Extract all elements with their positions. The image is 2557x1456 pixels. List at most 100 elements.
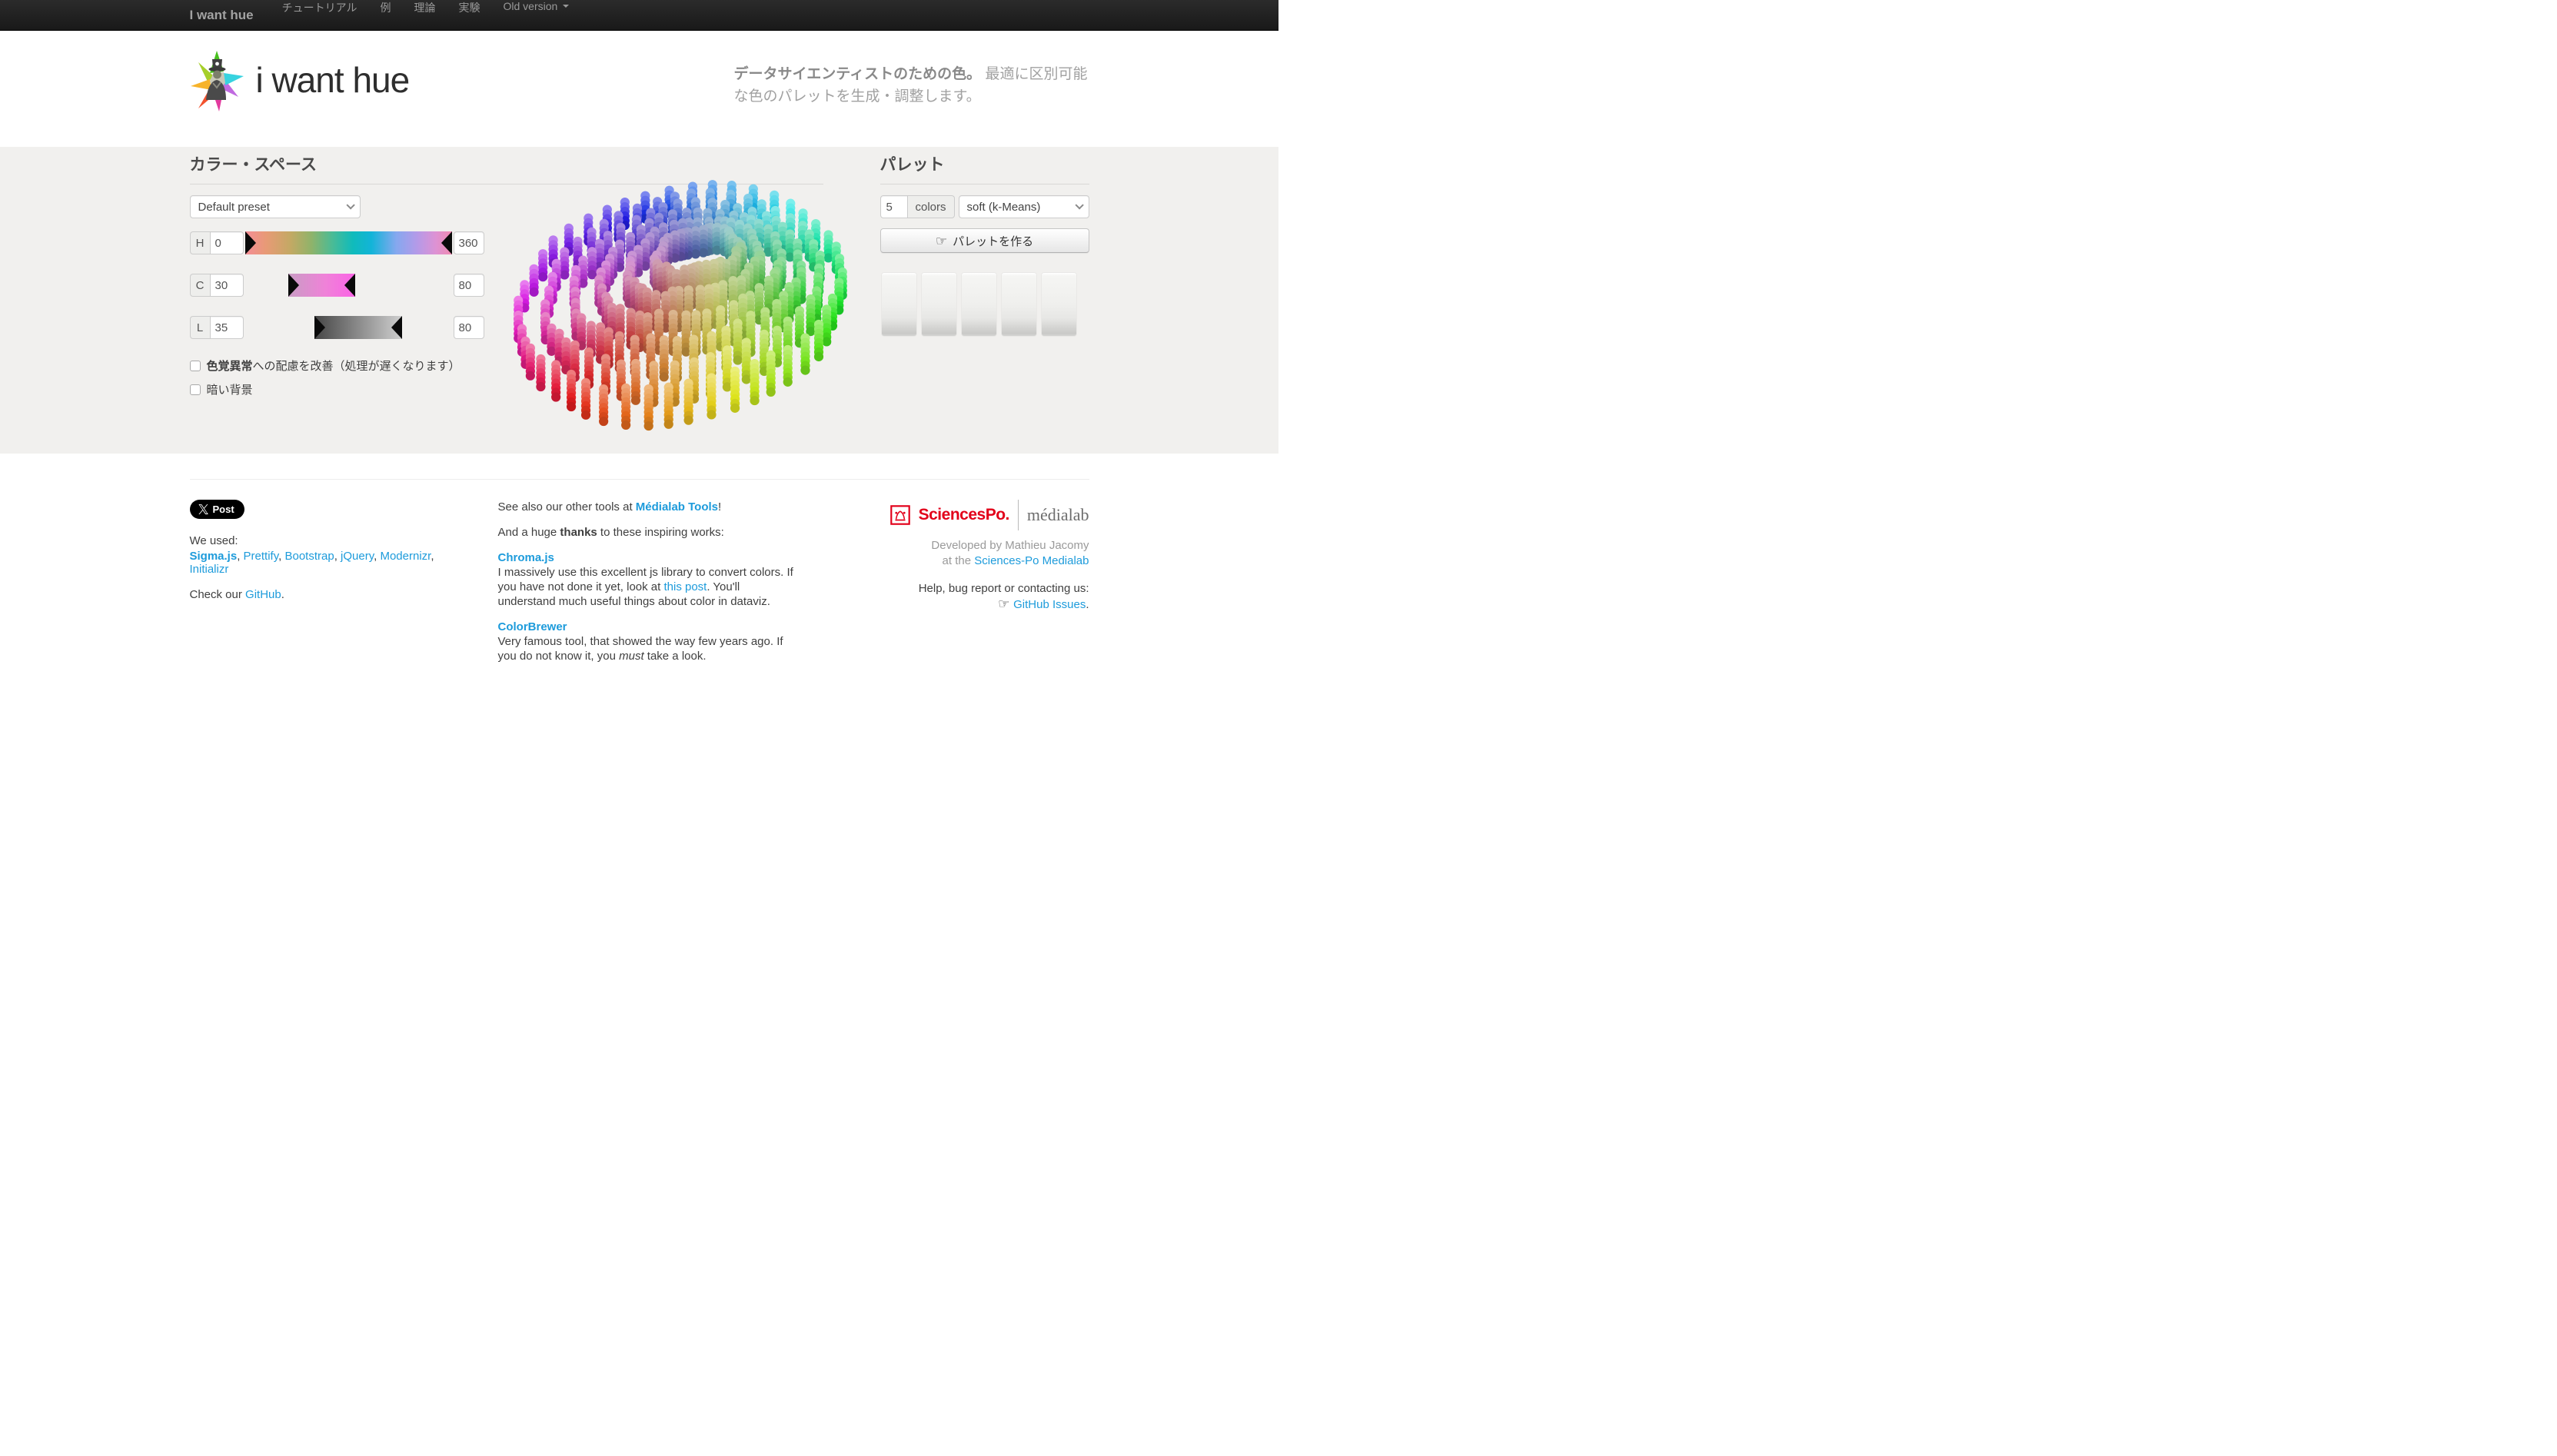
footer-right: SciencesPo. médialab Developed by Mathie… bbox=[851, 500, 1089, 674]
period: . bbox=[1086, 598, 1089, 611]
brand-row: i want hue bbox=[190, 48, 410, 112]
hand-pointer-icon: ☞ bbox=[998, 597, 1013, 611]
period: . bbox=[281, 588, 284, 601]
chromajs-description: I massively use this excellent js librar… bbox=[498, 565, 794, 609]
page-title: i want hue bbox=[256, 48, 410, 112]
palette-swatch[interactable] bbox=[1042, 273, 1076, 336]
colorspace-heading: カラー・スペース bbox=[190, 154, 823, 177]
rainbow-star-logo bbox=[190, 48, 245, 112]
link-prettify[interactable]: Prettify bbox=[244, 550, 279, 563]
method-select[interactable]: soft (k-Means) bbox=[959, 195, 1089, 218]
see-also-line: See also our other tools at Médialab Too… bbox=[498, 500, 794, 514]
text: take a look. bbox=[644, 650, 707, 663]
colorblind-checkbox[interactable] bbox=[190, 361, 201, 371]
navbar-brand[interactable]: I want hue bbox=[190, 0, 271, 30]
palette-controls: colors soft (k-Means) bbox=[880, 195, 1089, 218]
footer-middle: See also our other tools at Médialab Too… bbox=[498, 500, 794, 674]
link-chromajs[interactable]: Chroma.js bbox=[498, 550, 554, 565]
text: at the bbox=[943, 554, 975, 567]
palette-swatch[interactable] bbox=[922, 273, 956, 336]
colorspace-canvas[interactable] bbox=[484, 180, 868, 434]
make-palette-button[interactable]: ☞ パレットを作る bbox=[880, 228, 1089, 253]
thanks-suffix: to these inspiring works: bbox=[597, 526, 724, 539]
link-sigmajs[interactable]: Sigma.js bbox=[190, 550, 238, 563]
hue-slider-track[interactable] bbox=[245, 231, 452, 255]
nav-item-theory[interactable]: 理論 bbox=[403, 0, 447, 15]
palette-panel: パレット colors soft (k-Means) ☞ パレットを作る bbox=[880, 154, 1089, 405]
at-medialab-line: at the Sciences-Po Medialab bbox=[851, 553, 1089, 569]
link-initializr[interactable]: Initializr bbox=[190, 563, 229, 576]
sciencespo-crest-icon bbox=[890, 505, 910, 525]
hue-handle-max[interactable] bbox=[441, 231, 452, 254]
link-github-issues[interactable]: GitHub Issues bbox=[1013, 598, 1086, 611]
footer-left: Post We used: Sigma.js, Prettify, Bootst… bbox=[190, 500, 455, 674]
lightness-handle-max[interactable] bbox=[391, 316, 402, 339]
medialab-wordmark: médialab bbox=[1027, 505, 1089, 525]
thanks-line: And a huge thanks to these inspiring wor… bbox=[498, 525, 794, 540]
dark-background-checkbox[interactable] bbox=[190, 384, 201, 395]
chroma-handle-max[interactable] bbox=[344, 274, 355, 297]
link-bootstrap[interactable]: Bootstrap bbox=[284, 550, 334, 563]
developed-by-line: Developed by Mathieu Jacomy bbox=[851, 538, 1089, 553]
colorspace-panel: カラー・スペース Default preset H bbox=[190, 154, 823, 405]
palette-swatch[interactable] bbox=[1002, 273, 1036, 336]
link-modernizr[interactable]: Modernizr bbox=[380, 550, 431, 563]
nav-item-old-version[interactable]: Old version bbox=[492, 0, 581, 12]
libs-line: Sigma.js, Prettify, Bootstrap, jQuery, M… bbox=[190, 550, 455, 576]
old-version-label: Old version bbox=[504, 0, 558, 12]
color-count-input[interactable] bbox=[880, 195, 908, 218]
help-line: Help, bug report or contacting us: bbox=[851, 581, 1089, 597]
separator: , bbox=[237, 550, 243, 563]
chroma-min-input[interactable] bbox=[210, 274, 244, 297]
navbar: I want hue チュートリアル 例 理論 実験 Old version bbox=[0, 0, 1278, 31]
link-sciencespo-medialab[interactable]: Sciences-Po Medialab bbox=[974, 554, 1089, 567]
chroma-slider-track[interactable] bbox=[245, 273, 452, 298]
github-issues-line: ☞ GitHub Issues. bbox=[851, 597, 1089, 613]
palette-swatch[interactable] bbox=[962, 273, 996, 336]
lightness-min-input[interactable] bbox=[210, 316, 244, 339]
chroma-max-input[interactable] bbox=[454, 274, 484, 297]
sciencespo-wordmark: SciencesPo. bbox=[919, 506, 1009, 524]
link-this-post[interactable]: this post bbox=[663, 580, 707, 593]
link-colorbrewer[interactable]: ColorBrewer bbox=[498, 620, 567, 634]
nav-item-tutorial[interactable]: チュートリアル bbox=[271, 0, 369, 15]
nav-item-examples[interactable]: 例 bbox=[369, 0, 403, 15]
lightness-slider-track[interactable] bbox=[245, 315, 452, 340]
see-also-suffix: ! bbox=[718, 500, 721, 514]
footer-divider bbox=[190, 479, 1089, 480]
hue-min-input[interactable] bbox=[210, 231, 244, 254]
separator: , bbox=[431, 550, 434, 563]
x-post-button[interactable]: Post bbox=[190, 500, 244, 519]
method-select-value: soft (k-Means) bbox=[967, 201, 1041, 214]
dark-background-label: 暗い背景 bbox=[207, 381, 253, 397]
text: I massively use this excellent js librar… bbox=[498, 566, 793, 593]
x-logo-icon bbox=[198, 504, 208, 514]
lightness-handle-min[interactable] bbox=[314, 316, 325, 339]
separator: , bbox=[334, 550, 341, 563]
sciencespo-medialab-logo[interactable]: SciencesPo. médialab bbox=[851, 500, 1089, 530]
x-post-label: Post bbox=[213, 504, 234, 515]
link-medialab-tools[interactable]: Médialab Tools bbox=[636, 500, 718, 514]
palette-swatches bbox=[880, 273, 1089, 336]
hue-max-input[interactable] bbox=[454, 231, 484, 254]
emphasis: must bbox=[619, 650, 644, 663]
color-count-group: colors bbox=[880, 195, 955, 218]
check-prefix: Check our bbox=[190, 588, 246, 601]
chroma-handle-min[interactable] bbox=[288, 274, 299, 297]
lightness-max-input[interactable] bbox=[454, 316, 484, 339]
link-jquery[interactable]: jQuery bbox=[341, 550, 374, 563]
preset-select[interactable]: Default preset bbox=[190, 195, 361, 218]
link-github[interactable]: GitHub bbox=[245, 588, 281, 601]
tool-section: カラー・スペース Default preset H bbox=[0, 147, 1278, 454]
hue-handle-min[interactable] bbox=[245, 231, 256, 254]
palette-swatch[interactable] bbox=[882, 273, 916, 336]
caret-down-icon bbox=[563, 5, 569, 8]
colorbrewer-description: Very famous tool, that showed the way fe… bbox=[498, 634, 794, 663]
preset-select-value: Default preset bbox=[198, 201, 270, 214]
lightness-label: L bbox=[190, 316, 210, 339]
logo-divider bbox=[1018, 500, 1019, 530]
hue-slider-range bbox=[245, 231, 452, 254]
thanks-bold: thanks bbox=[560, 526, 597, 539]
nav-item-experiments[interactable]: 実験 bbox=[447, 0, 492, 15]
chroma-slider-range bbox=[288, 274, 355, 297]
